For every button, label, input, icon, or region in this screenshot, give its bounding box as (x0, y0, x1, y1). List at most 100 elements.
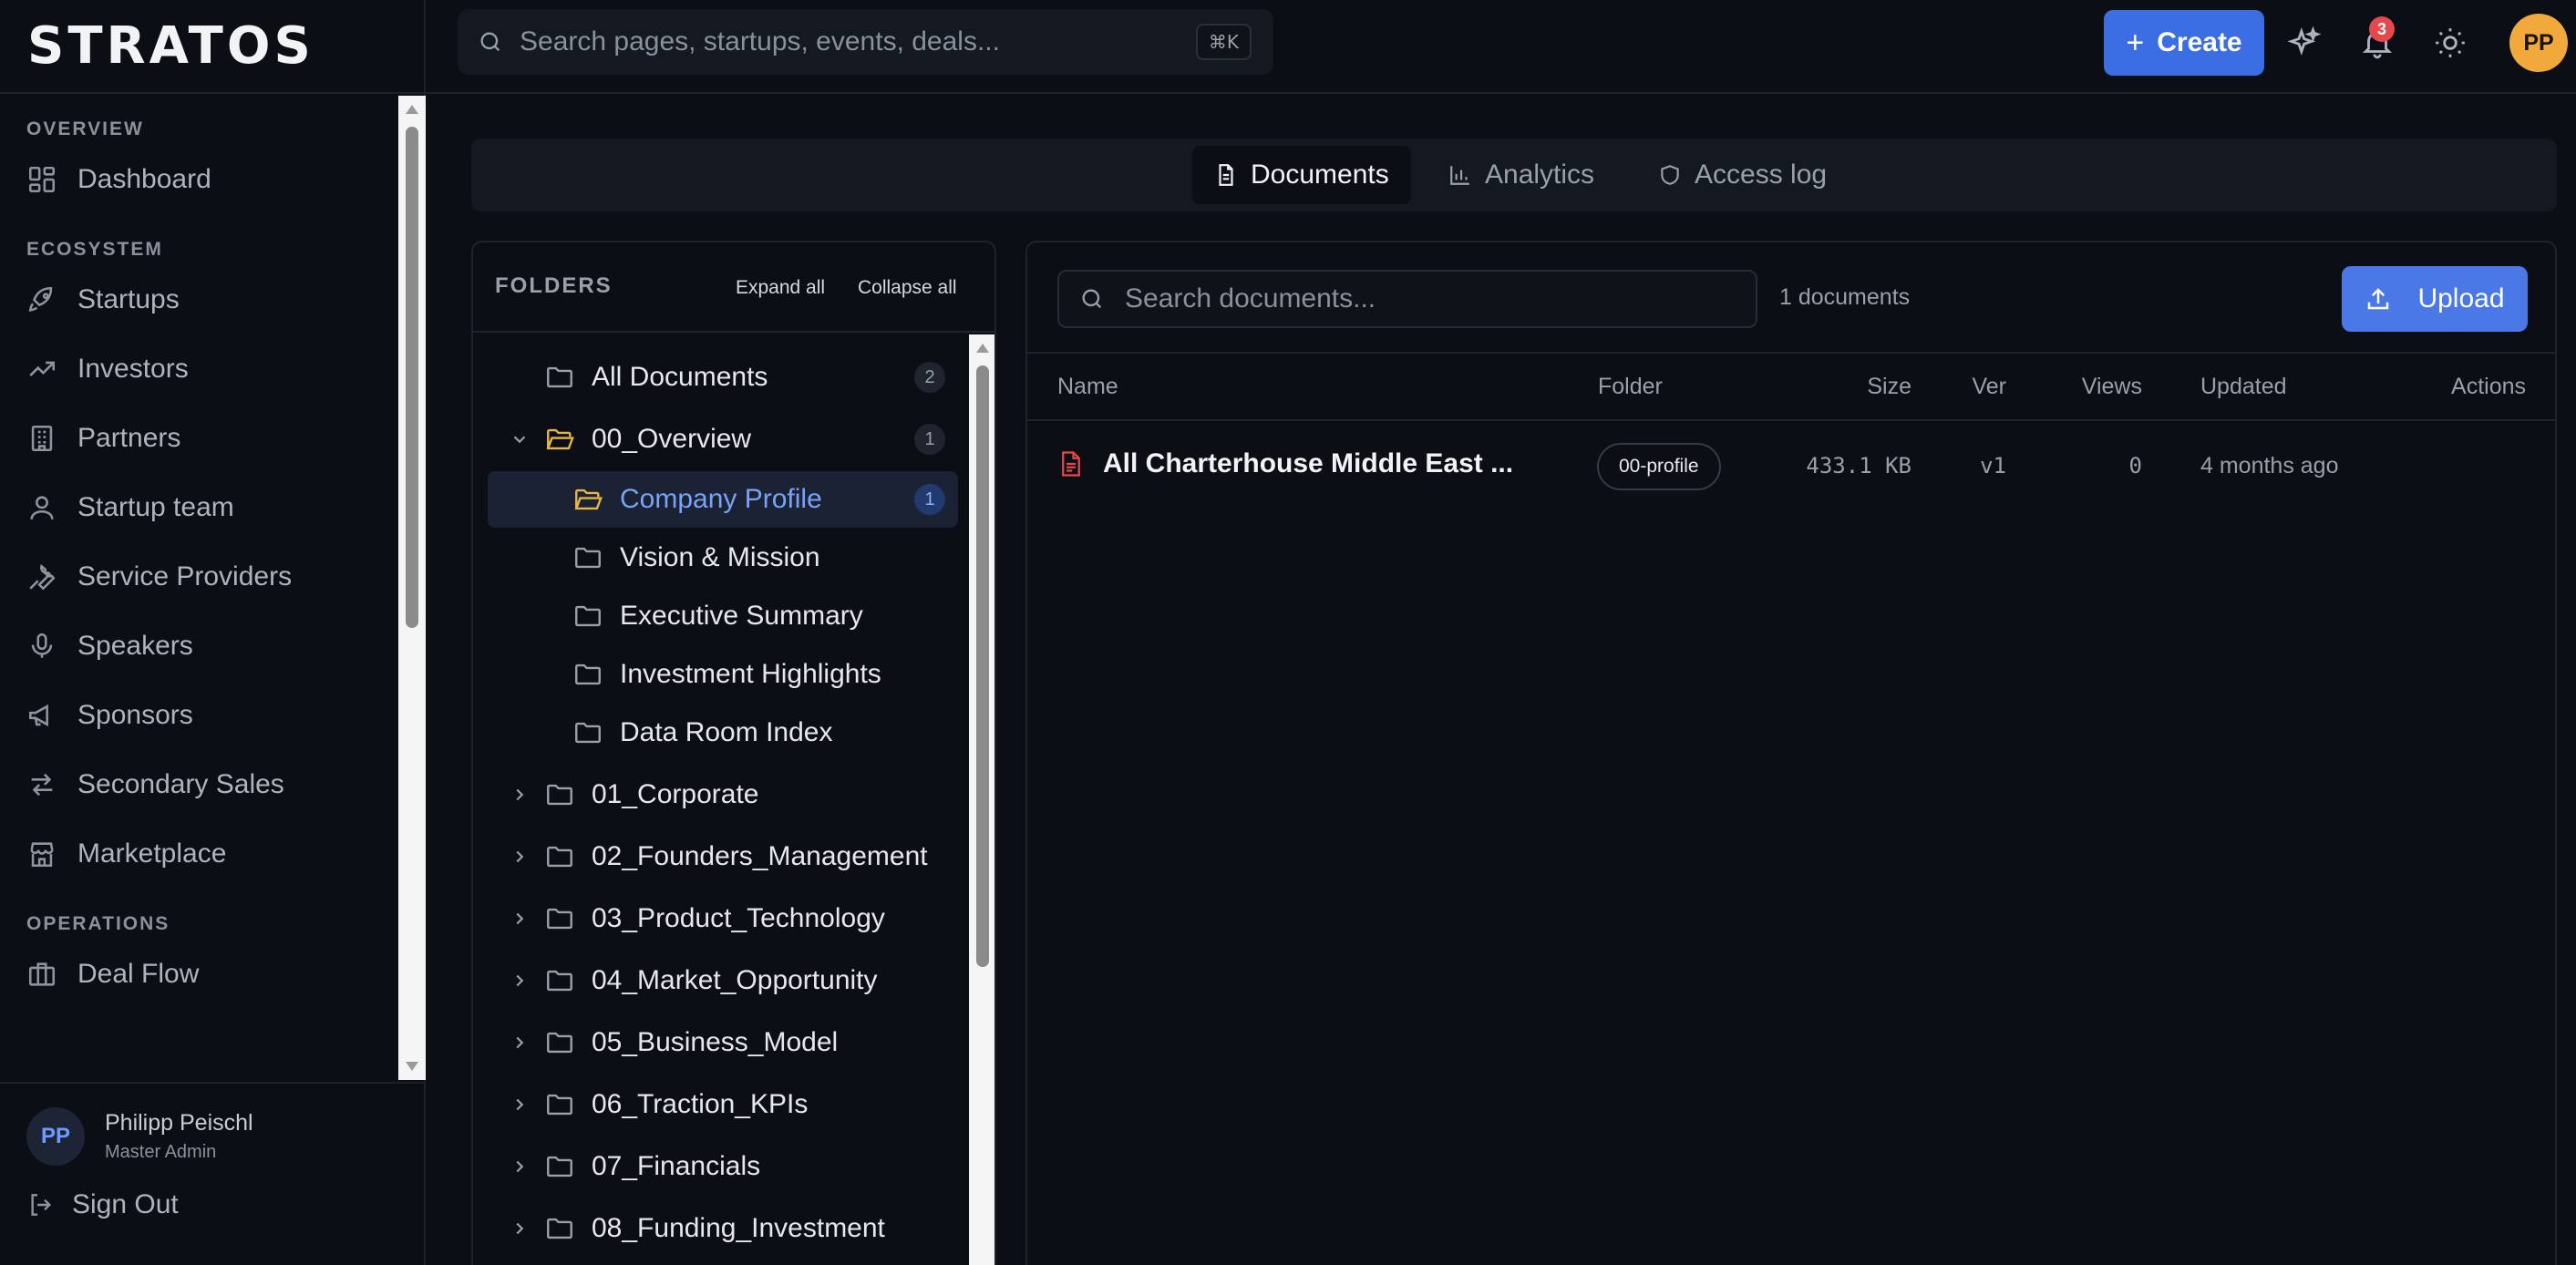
app-logo[interactable]: STRATOS (27, 20, 314, 72)
folder-count-badge: 2 (914, 362, 945, 393)
tab-documents[interactable]: Documents (1192, 146, 1411, 204)
sidebar-item-label: Deal Flow (77, 959, 200, 989)
scroll-down-arrow-icon[interactable] (406, 1062, 418, 1071)
folder-tree-item[interactable]: 06_Traction_KPIs (484, 1076, 958, 1133)
folder-label: Executive Summary (620, 601, 863, 631)
chevron-right-icon[interactable] (510, 1219, 530, 1239)
expand-all-button[interactable]: Expand all (736, 277, 825, 299)
table-row[interactable]: All Charterhouse Middle East ... 00-prof… (1027, 421, 2555, 514)
folder-tree-item[interactable]: 02_Founders_Management (484, 828, 958, 885)
folder-tree-item[interactable]: Company Profile 1 (488, 471, 958, 528)
chevron-right-icon[interactable] (510, 909, 530, 929)
folder-icon (575, 547, 601, 569)
folder-icon (547, 1156, 572, 1178)
table-header: Name Folder Size Ver Views Updated Actio… (1027, 354, 2555, 421)
column-header-views[interactable]: Views (2082, 374, 2142, 400)
folder-label: Investment Highlights (620, 659, 881, 689)
folder-tree-item[interactable]: All Documents 2 (484, 349, 958, 406)
microphone-icon (31, 632, 53, 658)
column-header-ver[interactable]: Ver (1972, 374, 2006, 400)
column-header-updated[interactable]: Updated (2200, 374, 2287, 400)
folder-tree-scrollbar[interactable] (969, 334, 994, 1265)
sidebar-item-startup-team[interactable]: Startup team (0, 473, 398, 542)
sidebar-item-secondary-sales[interactable]: Secondary Sales (0, 750, 398, 819)
sun-icon[interactable] (2433, 26, 2468, 60)
chevron-right-icon[interactable] (510, 847, 530, 867)
create-button[interactable]: + Create (2104, 10, 2264, 76)
bar-chart-icon (1450, 166, 1469, 185)
user-profile[interactable]: PP Philipp Peischl Master Admin (26, 1107, 253, 1166)
sidebar-item-deal-flow[interactable]: Deal Flow (0, 940, 398, 1009)
folder-tree-item[interactable]: Executive Summary (488, 588, 958, 644)
chevron-right-icon[interactable] (510, 1157, 530, 1177)
scroll-up-arrow-icon[interactable] (976, 344, 989, 353)
tab-label: Analytics (1485, 159, 1595, 190)
folder-tree-item[interactable]: Vision & Mission (488, 530, 958, 586)
chevron-down-icon[interactable] (510, 429, 530, 449)
folder-tree-item[interactable]: 01_Corporate (484, 766, 958, 823)
document-name[interactable]: All Charterhouse Middle East ... (1057, 448, 1513, 479)
sidebar-item-label: Partners (77, 423, 181, 453)
global-search-input[interactable]: Search pages, startups, events, deals...… (458, 9, 1273, 75)
folder-icon (575, 722, 601, 744)
folder-icon (575, 663, 601, 685)
sidebar-item-service-providers[interactable]: Service Providers (0, 542, 398, 612)
sparkles-icon[interactable] (2287, 26, 2322, 60)
folder-tree-item[interactable]: 03_Product_Technology (484, 890, 958, 947)
sidebar-item-startups[interactable]: Startups (0, 265, 398, 334)
folders-panel: FOLDERS Expand all Collapse all All Docu… (471, 241, 996, 1265)
document-version: v1 (1980, 453, 2006, 478)
rocket-icon (28, 286, 53, 312)
folder-tree-item[interactable]: Data Room Index (488, 704, 958, 761)
folder-label: 03_Product_Technology (592, 903, 885, 933)
folder-tag: 00-profile (1597, 443, 1721, 490)
sidebar-item-marketplace[interactable]: Marketplace (0, 819, 398, 889)
folder-tree-item[interactable]: 05_Business_Model (484, 1014, 958, 1071)
folder-tree-item[interactable]: 04_Market_Opportunity (484, 952, 958, 1009)
sidebar-item-dashboard[interactable]: Dashboard (0, 145, 398, 214)
folder-label: 01_Corporate (592, 779, 759, 809)
folder-tree-item[interactable]: 00_Overview 1 (484, 411, 958, 468)
tab-access-log[interactable]: Access log (1636, 146, 1849, 204)
scroll-thumb[interactable] (406, 127, 418, 628)
scroll-up-arrow-icon[interactable] (406, 105, 418, 114)
sidebar-item-label: Service Providers (77, 561, 293, 591)
chevron-right-icon[interactable] (510, 971, 530, 991)
sidebar-scrollbar[interactable] (398, 96, 426, 1080)
chevron-right-icon[interactable] (510, 1095, 530, 1115)
sidebar-item-sponsors[interactable]: Sponsors (0, 681, 398, 750)
folder-icon (547, 908, 572, 930)
folder-tree-item[interactable]: Investment Highlights (488, 646, 958, 703)
chevron-right-icon[interactable] (510, 1033, 530, 1053)
sidebar: STRATOS OVERVIEW Dashboard ECOSYSTEM Sta… (0, 0, 426, 1265)
sign-out-label: Sign Out (72, 1189, 179, 1219)
sign-out-button[interactable]: Sign Out (26, 1189, 179, 1220)
sidebar-item-investors[interactable]: Investors (0, 334, 398, 404)
global-search-placeholder: Search pages, startups, events, deals... (520, 26, 1000, 57)
tab-analytics[interactable]: Analytics (1427, 146, 1616, 204)
folder-tree-item[interactable]: 08_Funding_Investment (484, 1200, 958, 1257)
column-header-name[interactable]: Name (1057, 374, 1118, 400)
document-search-placeholder: Search documents... (1125, 283, 1376, 314)
sidebar-item-label: Sponsors (77, 700, 193, 730)
document-search-input[interactable]: Search documents... (1057, 270, 1757, 328)
scroll-thumb[interactable] (976, 365, 989, 967)
folder-tree-item[interactable]: 07_Financials (484, 1138, 958, 1195)
tabs-bar: Documents Analytics Access log (471, 139, 2557, 211)
column-header-size[interactable]: Size (1867, 374, 1911, 400)
folder-icon (547, 1218, 572, 1239)
sidebar-item-speakers[interactable]: Speakers (0, 612, 398, 681)
user-role: Master Admin (105, 1142, 217, 1162)
chevron-right-icon[interactable] (510, 785, 530, 805)
folder-icon (575, 605, 601, 627)
upload-button[interactable]: Upload (2342, 266, 2528, 332)
plus-icon: + (2126, 25, 2145, 60)
user-avatar-button[interactable]: PP (2509, 14, 2568, 72)
collapse-all-button[interactable]: Collapse all (858, 277, 957, 299)
sidebar-item-label: Dashboard (77, 164, 211, 194)
logo-bar: STRATOS (0, 0, 424, 94)
folder-label: 02_Founders_Management (592, 841, 928, 871)
sidebar-item-partners[interactable]: Partners (0, 404, 398, 473)
column-header-folder[interactable]: Folder (1598, 374, 1663, 400)
folder-label: 07_Financials (592, 1151, 761, 1181)
